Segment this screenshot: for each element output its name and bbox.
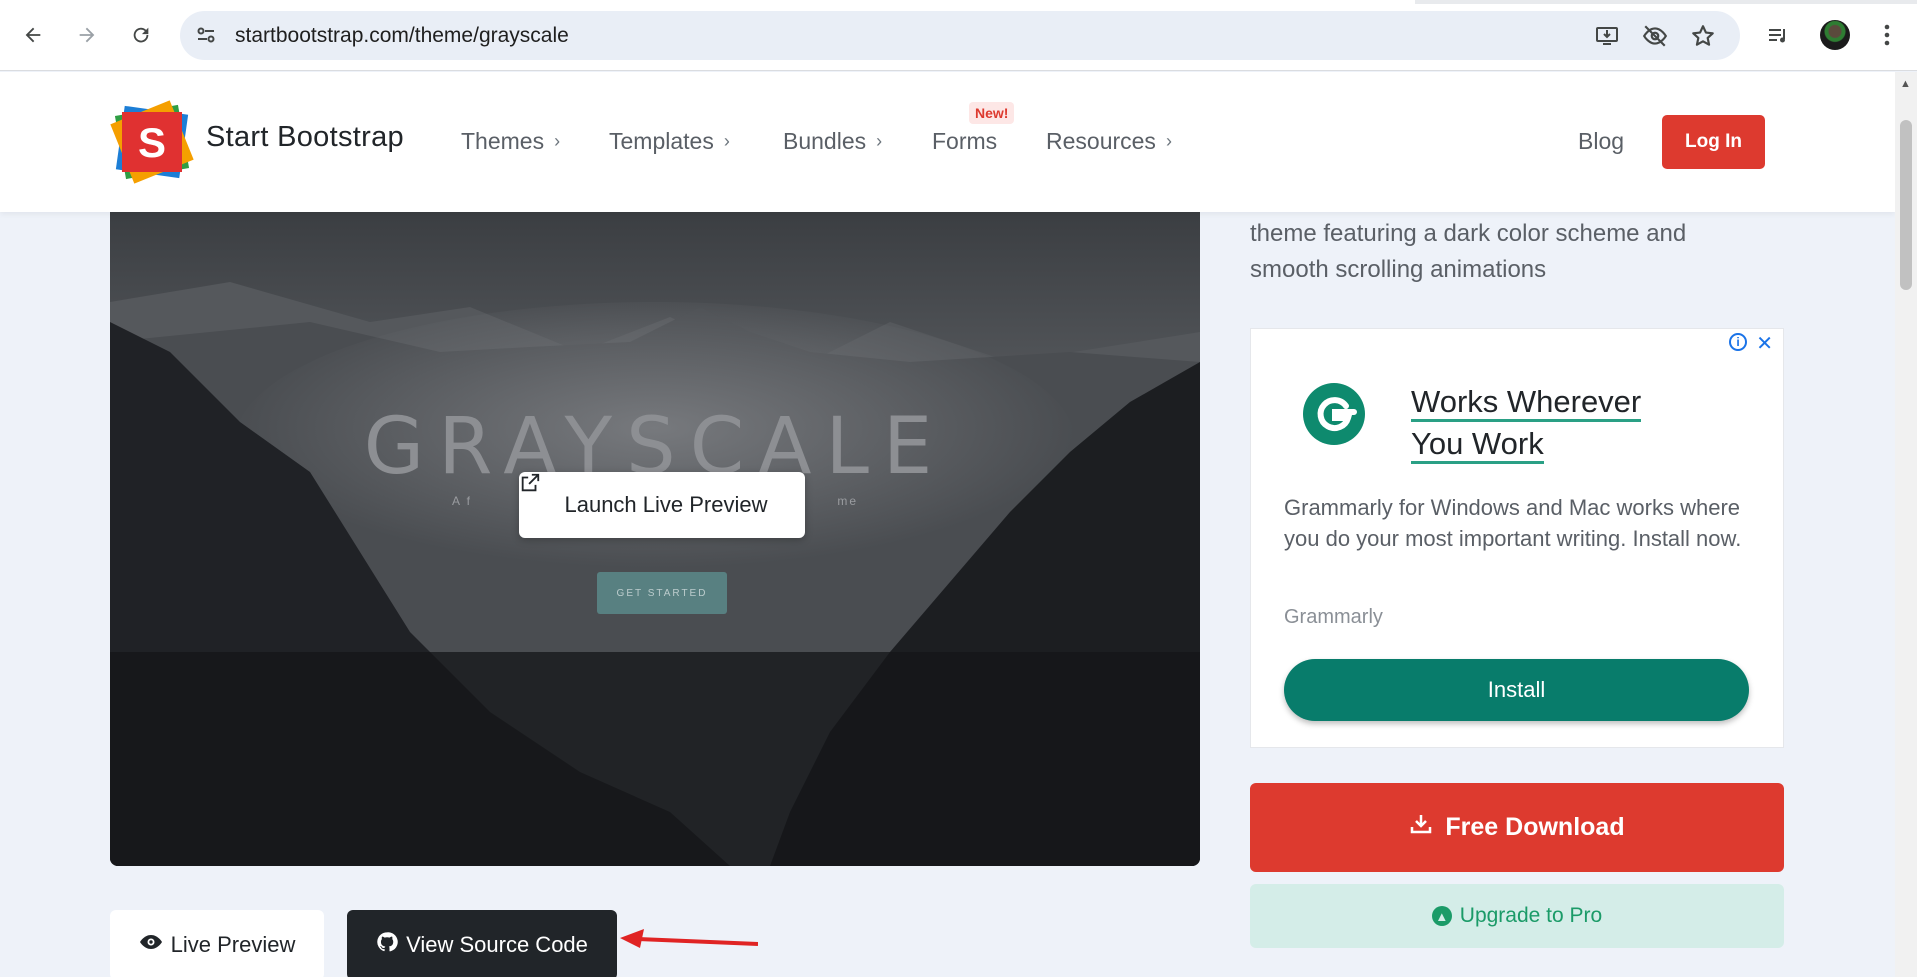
arrow-up-circle-icon: ▲ bbox=[1431, 906, 1452, 926]
nav-item-label: Bundles bbox=[783, 128, 867, 154]
chevron-right-icon: › bbox=[876, 131, 883, 151]
mountain-landscape-image bbox=[110, 212, 1200, 866]
ad-install-button[interactable]: Install bbox=[1284, 659, 1749, 721]
free-download-button[interactable]: Free Download bbox=[1250, 783, 1784, 872]
active-tab-indicator bbox=[0, 0, 1415, 4]
address-bar[interactable]: startbootstrap.com/theme/grayscale bbox=[180, 11, 1740, 60]
live-preview-button[interactable]: Live Preview bbox=[110, 910, 324, 977]
upgrade-label: Upgrade to Pro bbox=[1459, 904, 1603, 927]
get-started-button: GET STARTED bbox=[597, 572, 727, 614]
nav-item-label: Resources bbox=[1046, 128, 1156, 154]
theme-description: theme featuring a dark color scheme and … bbox=[1250, 220, 1687, 283]
forward-arrow-icon[interactable] bbox=[70, 18, 104, 52]
url-text[interactable]: startbootstrap.com/theme/grayscale bbox=[235, 24, 569, 48]
more-menu-icon[interactable] bbox=[1872, 20, 1902, 50]
github-icon bbox=[376, 931, 398, 959]
ad-headline-line1: Works Wherever bbox=[1411, 384, 1642, 422]
nav-item-themes[interactable]: Themes › bbox=[461, 128, 560, 155]
ad-headline-line2: You Work bbox=[1411, 426, 1544, 464]
nav-item-forms[interactable]: Forms bbox=[932, 128, 997, 155]
nav-item-label: Forms bbox=[932, 128, 998, 154]
site-header: S Start Bootstrap Themes › Templates › B… bbox=[0, 72, 1895, 212]
launch-label: Launch Live Preview bbox=[564, 492, 768, 517]
annotation-arrow-icon bbox=[618, 927, 759, 962]
eye-off-icon[interactable] bbox=[1641, 22, 1669, 50]
free-download-label: Free Download bbox=[1445, 813, 1625, 841]
browser-toolbar: startbootstrap.com/theme/grayscale bbox=[0, 0, 1917, 71]
page-content: S Start Bootstrap Themes › Templates › B… bbox=[0, 72, 1895, 977]
live-preview-label: Live Preview bbox=[170, 932, 296, 957]
theme-preview-image[interactable]: GRAYSCALE A f me GET STARTED Launch Live… bbox=[110, 212, 1200, 866]
nav-blog-link[interactable]: Blog bbox=[1578, 128, 1624, 155]
site-info-icon[interactable] bbox=[194, 23, 218, 47]
reload-icon[interactable] bbox=[124, 18, 158, 52]
grammarly-ad[interactable]: i ✕ Works Wherever You Work Grammarly fo… bbox=[1250, 328, 1784, 748]
upgrade-to-pro-button[interactable]: ▲ Upgrade to Pro bbox=[1250, 884, 1784, 948]
profile-avatar-icon[interactable] bbox=[1820, 20, 1850, 50]
chevron-right-icon: › bbox=[1165, 131, 1172, 151]
brand-name[interactable]: Start Bootstrap bbox=[206, 121, 404, 154]
subtitle-left: A f bbox=[451, 494, 472, 508]
eye-icon bbox=[139, 930, 163, 960]
nav-item-label: Templates bbox=[609, 128, 714, 154]
tab-strip bbox=[0, 0, 1917, 4]
chevron-right-icon: › bbox=[554, 131, 561, 151]
chevron-right-icon: › bbox=[723, 131, 730, 151]
grammarly-logo-icon bbox=[1303, 383, 1365, 445]
page-scrollbar[interactable]: ▲ bbox=[1895, 72, 1917, 977]
nav-item-templates[interactable]: Templates › bbox=[609, 128, 730, 155]
launch-live-preview-button[interactable]: Launch Live Preview bbox=[519, 472, 805, 538]
back-arrow-icon[interactable] bbox=[16, 18, 50, 52]
view-source-code-button[interactable]: View Source Code bbox=[347, 910, 617, 977]
ad-headline[interactable]: Works Wherever You Work bbox=[1411, 381, 1711, 465]
adchoices-icon[interactable]: i bbox=[1729, 333, 1747, 351]
ad-body: Grammarly for Windows and Mac works wher… bbox=[1284, 495, 1742, 551]
ad-advertiser: Grammarly bbox=[1284, 606, 1383, 628]
install-app-icon[interactable] bbox=[1593, 22, 1621, 50]
close-ad-icon[interactable]: ✕ bbox=[1756, 331, 1773, 356]
nav-item-label: Themes bbox=[461, 128, 545, 154]
start-bootstrap-logo-icon[interactable]: S bbox=[110, 100, 194, 184]
nav-item-bundles[interactable]: Bundles › bbox=[783, 128, 882, 155]
nav-item-resources[interactable]: Resources › bbox=[1046, 128, 1172, 155]
subtitle-right: me bbox=[837, 494, 859, 508]
scrollbar-thumb[interactable] bbox=[1900, 120, 1912, 290]
new-badge: New! bbox=[969, 102, 1015, 124]
star-icon[interactable] bbox=[1689, 22, 1717, 50]
logo-letter: S bbox=[138, 119, 166, 166]
login-button[interactable]: Log In bbox=[1662, 115, 1765, 169]
download-icon bbox=[1409, 812, 1433, 843]
scroll-up-arrow-icon[interactable]: ▲ bbox=[1900, 78, 1911, 90]
reading-list-icon[interactable] bbox=[1763, 20, 1793, 50]
view-source-label: View Source Code bbox=[406, 932, 588, 957]
